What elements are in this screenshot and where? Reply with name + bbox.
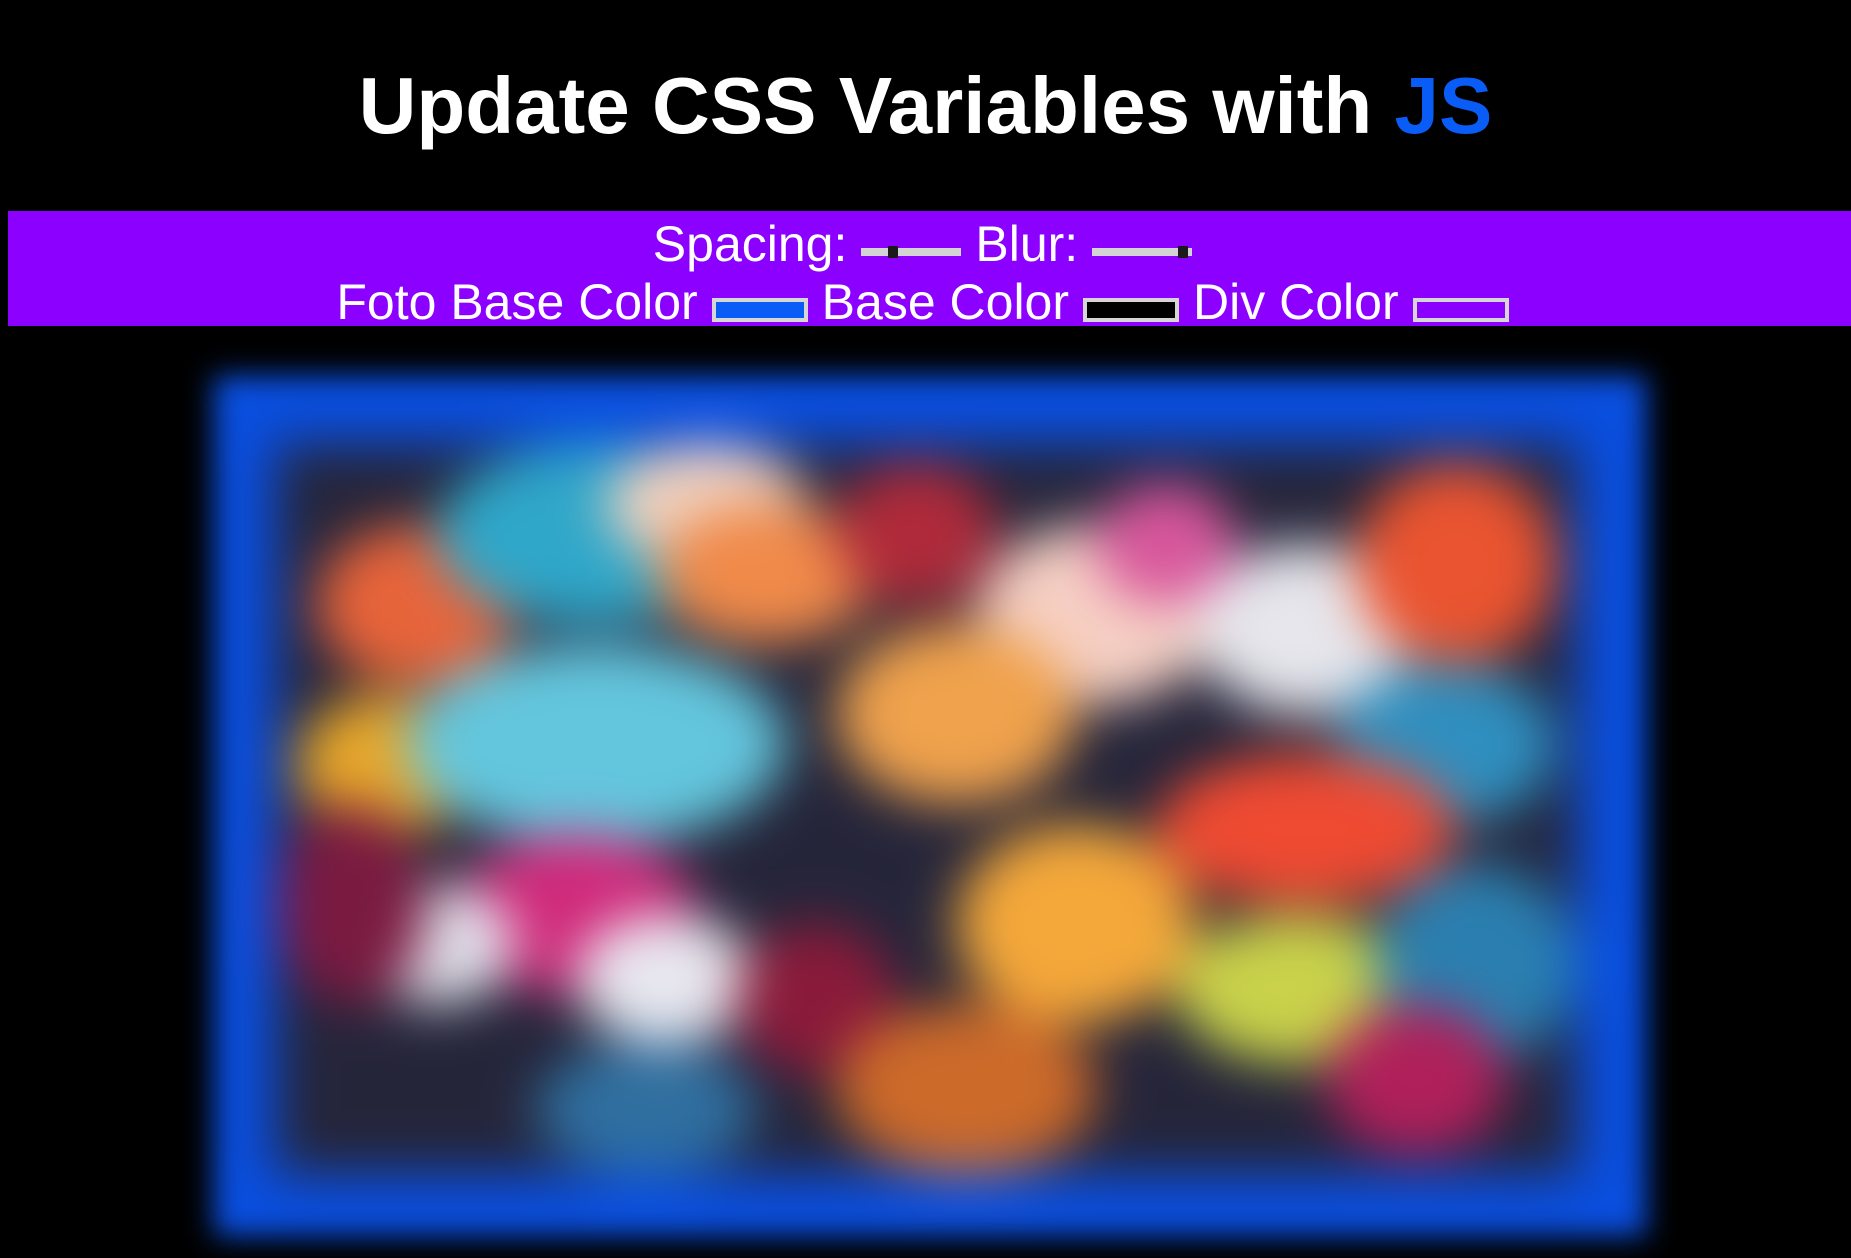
spacing-slider[interactable] [861, 245, 962, 258]
div-color-picker[interactable] [1412, 297, 1509, 322]
title-accent: JS [1394, 61, 1493, 150]
page-title: Update CSS Variables with JS [0, 58, 1851, 154]
blur-slider-track [1092, 247, 1193, 256]
spacing-slider-track [861, 247, 962, 256]
blurred-photo [276, 444, 1576, 1174]
foto-base-color-picker[interactable] [711, 297, 808, 322]
controls-bar: Spacing: Blur: Foto Base Color Base Color… [8, 211, 1851, 330]
blur-label: Blur: [975, 215, 1079, 272]
blur-slider[interactable] [1092, 245, 1193, 258]
blur-slider-thumb[interactable] [1178, 245, 1189, 258]
controls-row-colors: Foto Base Color Base Color Div Color [8, 269, 1851, 331]
spacing-label: Spacing: [652, 215, 848, 272]
base-color-picker[interactable] [1083, 297, 1180, 322]
photo-frame [214, 376, 1646, 1236]
base-color-label: Base Color [821, 273, 1070, 330]
foto-base-color-label: Foto Base Color [336, 273, 698, 330]
controls-row-sliders: Spacing: Blur: [8, 211, 1851, 273]
title-main: Update CSS Variables with [358, 61, 1395, 150]
spacing-slider-thumb[interactable] [888, 245, 899, 258]
div-color-label: Div Color [1193, 273, 1399, 330]
